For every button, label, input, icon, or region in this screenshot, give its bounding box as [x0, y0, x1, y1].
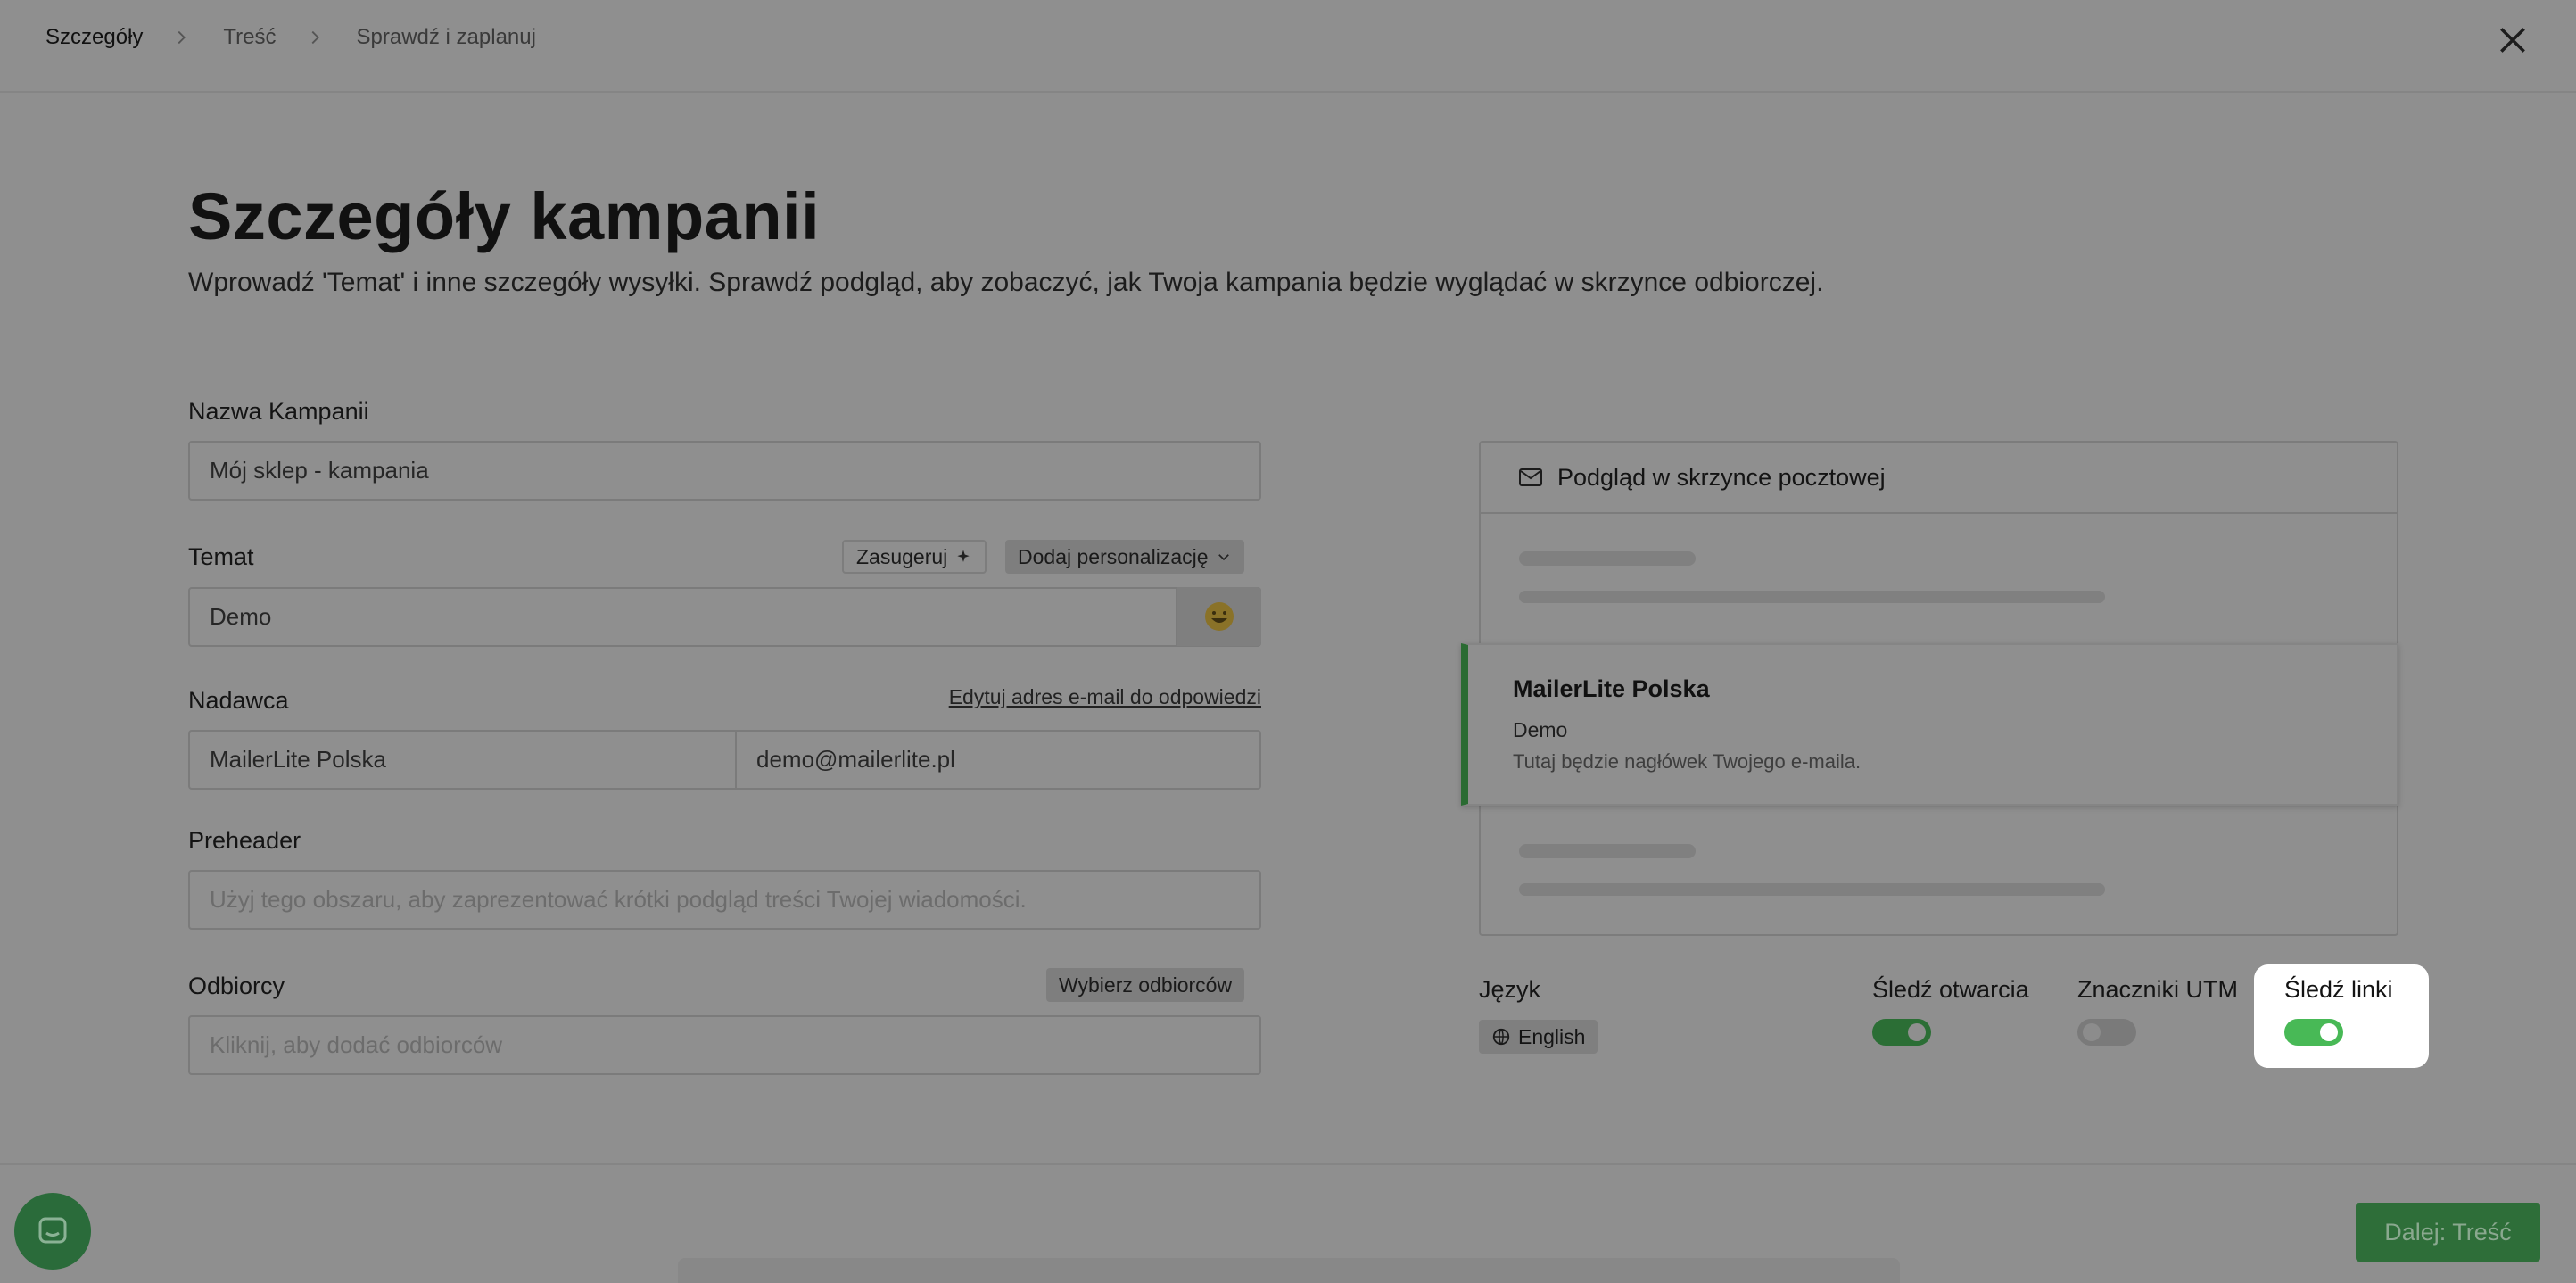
chevron-down-icon	[1218, 554, 1229, 561]
bottom-panel-edge	[678, 1258, 1900, 1283]
preview-preheader: Tutaj będzie nagłówek Twojego e-maila.	[1513, 750, 1862, 773]
toggle-knob	[1908, 1023, 1926, 1041]
placeholder-bar	[1519, 844, 1696, 858]
chevron-right-icon	[311, 30, 319, 45]
track-links-highlight: Śledź linki	[2254, 964, 2429, 1068]
language-value: English	[1518, 1024, 1586, 1048]
inbox-preview-header: Podgląd w skrzynce pocztowej	[1481, 443, 2397, 514]
globe-icon	[1492, 1028, 1510, 1046]
envelope-icon	[1519, 468, 1542, 486]
subject-label: Temat	[188, 543, 254, 570]
preview-subject: Demo	[1513, 718, 1568, 741]
track-links-label: Śledź linki	[2284, 976, 2393, 1003]
next-content-button[interactable]: Dalej: Treść	[2356, 1203, 2540, 1262]
choose-recipients-button[interactable]: Wybierz odbiorców	[1046, 968, 1245, 1002]
track-opens-label: Śledź otwarcia	[1872, 976, 2029, 1003]
recipients-input[interactable]: Kliknij, aby dodać odbiorców	[188, 1015, 1261, 1075]
sender-label: Nadawca	[188, 687, 289, 714]
subject-input[interactable]: Demo	[188, 587, 1261, 647]
language-label: Język	[1479, 976, 1541, 1003]
campaign-name-input[interactable]: Mój sklep - kampania	[188, 441, 1261, 501]
emoji-button[interactable]	[1176, 587, 1261, 646]
preheader-label: Preheader	[188, 827, 301, 854]
close-icon[interactable]	[2496, 23, 2530, 57]
breadcrumb-review[interactable]: Sprawdź i zaplanuj	[357, 25, 536, 50]
preview-sender: MailerLite Polska	[1513, 675, 1710, 702]
sender-name-input[interactable]: MailerLite Polska	[188, 730, 737, 790]
breadcrumb-details[interactable]: Szczegóły	[45, 25, 143, 50]
sender-email-input[interactable]: demo@mailerlite.pl	[735, 730, 1261, 790]
add-personalization-button[interactable]: Dodaj personalizację	[1005, 540, 1244, 574]
toggle-knob	[2083, 1023, 2101, 1041]
placeholder-bar	[1519, 591, 2105, 603]
chat-widget-button[interactable]	[14, 1193, 91, 1270]
breadcrumb: Szczegóły Treść Sprawdź i zaplanuj	[45, 25, 536, 50]
page-title: Szczegóły kampanii	[188, 179, 821, 253]
breadcrumb-content[interactable]: Treść	[223, 25, 276, 50]
top-bar: Szczegóły Treść Sprawdź i zaplanuj	[0, 0, 2576, 93]
track-links-toggle[interactable]	[2284, 1019, 2343, 1046]
toggle-knob	[2320, 1023, 2338, 1041]
placeholder-bar	[1519, 551, 1696, 566]
add-personalization-label: Dodaj personalizację	[1018, 544, 1209, 568]
page-subtitle: Wprowadź 'Temat' i inne szczegóły wysyłk…	[188, 268, 1824, 297]
sparkle-icon	[957, 550, 970, 562]
inbox-preview-title: Podgląd w skrzynce pocztowej	[1557, 463, 1886, 491]
campaign-name-label: Nazwa Kampanii	[188, 398, 369, 425]
language-select[interactable]: English	[1479, 1020, 1598, 1054]
chevron-right-icon	[178, 30, 186, 45]
suggest-button[interactable]: Zasugeruj	[842, 540, 987, 574]
suggest-label: Zasugeruj	[856, 544, 948, 568]
placeholder-bar	[1519, 883, 2105, 896]
chat-icon	[38, 1217, 67, 1244]
utm-label: Znaczniki UTM	[2077, 976, 2239, 1003]
recipients-label: Odbiorcy	[188, 973, 285, 999]
preheader-input[interactable]: Użyj tego obszaru, aby zaprezentować kró…	[188, 870, 1261, 930]
utm-toggle[interactable]	[2077, 1019, 2136, 1046]
track-opens-toggle[interactable]	[1872, 1019, 1931, 1046]
inbox-preview-email: MailerLite Polska Demo Tutaj będzie nagł…	[1461, 643, 2398, 806]
edit-reply-email-link[interactable]: Edytuj adres e-mail do odpowiedzi	[949, 685, 1261, 709]
emoji-icon	[1205, 602, 1234, 631]
